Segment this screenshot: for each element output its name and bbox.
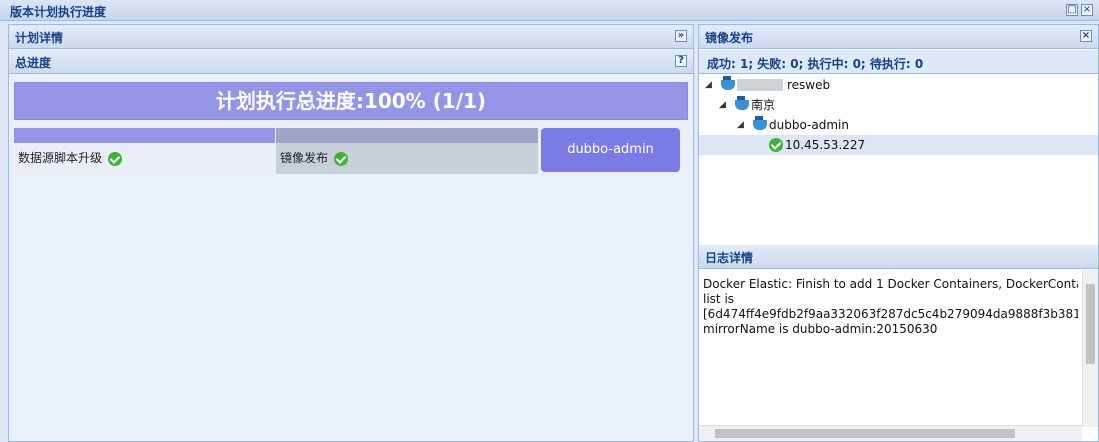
image-publish-title: 镜像发布 (705, 31, 754, 45)
tree-label: dubbo-admin (769, 118, 849, 132)
tree-label: resweb (787, 78, 831, 92)
step-label: 镜像发布 (280, 151, 329, 165)
log-text: Docker Elastic: Finish to add 1 Docker C… (703, 277, 1078, 337)
close-window-icon[interactable]: × (1081, 4, 1093, 16)
expand-icon[interactable]: ◢ (719, 95, 726, 115)
log-area: Docker Elastic: Finish to add 1 Docker C… (699, 271, 1098, 441)
success-check-icon (333, 151, 348, 166)
tree-node-app[interactable]: ◢ dubbo-admin (699, 115, 1098, 135)
close-panel-icon[interactable]: × (1080, 30, 1092, 42)
plan-detail-header: 计划详情 » (9, 25, 693, 49)
log-line: [6d474ff4e9fdb2f9aa332063f287dc5c4b27909… (703, 307, 1078, 321)
expand-icon[interactable]: ◢ (705, 75, 712, 95)
window-title-bar: 版本计划执行进度 □ × (0, 0, 1099, 21)
tree-node-root[interactable]: ◢ resweb (699, 75, 1098, 95)
status-summary: 成功: 1; 失败: 0; 执行中: 0; 待执行: 0 (699, 50, 1098, 74)
tree-label: 南京 (751, 98, 776, 112)
log-line: mirrorName is dubbo-admin:20150630 (703, 322, 938, 336)
plan-detail-title: 计划详情 (15, 31, 64, 45)
step-bar (14, 128, 275, 143)
log-vertical-scrollbar[interactable] (1082, 270, 1098, 427)
progress-text: 计划执行总进度:100% (1/1) (215, 89, 487, 113)
image-publish-panel: 镜像发布 × 成功: 1; 失败: 0; 执行中: 0; 待执行: 0 ◢ re… (698, 24, 1099, 442)
step-label: 数据源脚本升级 (18, 151, 103, 165)
window-title: 版本计划执行进度 (10, 5, 107, 19)
step-bar (276, 128, 538, 143)
step-datasource-upgrade[interactable]: 数据源脚本升级 (14, 128, 275, 174)
collapse-icon[interactable]: » (675, 30, 687, 42)
step-image-publish[interactable]: 镜像发布 (276, 128, 538, 174)
expand-icon[interactable]: ◢ (737, 115, 744, 135)
docker-icon (753, 116, 767, 130)
total-progress-header: 总进度 ? (9, 50, 693, 74)
image-publish-header: 镜像发布 × (699, 25, 1098, 49)
total-progress-title: 总进度 (15, 56, 52, 70)
tree-node-host[interactable]: 10.45.53.227 (699, 135, 1098, 155)
success-check-icon (107, 151, 122, 166)
maximize-icon[interactable]: □ (1066, 4, 1078, 16)
log-line: Docker Elastic: Finish to add 1 Docker C… (703, 277, 1078, 291)
docker-icon (721, 76, 735, 90)
log-header: 日志详情 (699, 245, 1098, 269)
redacted-block (737, 79, 783, 91)
help-icon[interactable]: ? (675, 55, 687, 67)
dubbo-admin-button[interactable]: dubbo-admin (541, 128, 680, 172)
tree-node-region[interactable]: ◢ 南京 (699, 95, 1098, 115)
total-progress-bar: 计划执行总进度:100% (1/1) (14, 82, 688, 120)
scroll-thumb[interactable] (715, 429, 1015, 438)
status-text: 成功: 1; 失败: 0; 执行中: 0; 待执行: 0 (707, 57, 924, 71)
plan-panel: 计划详情 » 总进度 ? 计划执行总进度:100% (1/1) 数据源脚本升级 … (8, 24, 694, 442)
success-check-icon (769, 138, 783, 152)
log-horizontal-scrollbar[interactable] (699, 425, 1082, 441)
log-title: 日志详情 (705, 251, 754, 265)
tree-label: 10.45.53.227 (785, 138, 866, 152)
scroll-thumb[interactable] (1086, 284, 1095, 364)
log-line: list is (703, 292, 735, 306)
docker-icon (735, 96, 749, 110)
